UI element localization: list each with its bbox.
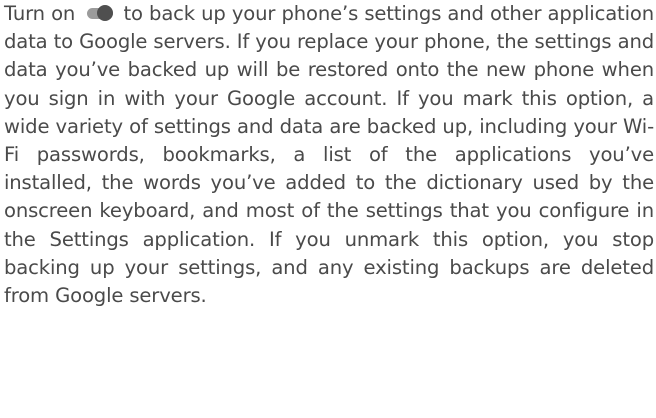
text-after-toggle: to back up your phone’s settings and oth…: [4, 2, 654, 308]
backup-description-paragraph: Turn on to back up your phone’s settings…: [4, 0, 654, 310]
toggle-knob: [97, 5, 114, 21]
toggle-switch-icon: [83, 5, 115, 21]
text-before-toggle: Turn on: [4, 2, 76, 25]
document-body: Turn on to back up your phone’s settings…: [4, 0, 654, 310]
